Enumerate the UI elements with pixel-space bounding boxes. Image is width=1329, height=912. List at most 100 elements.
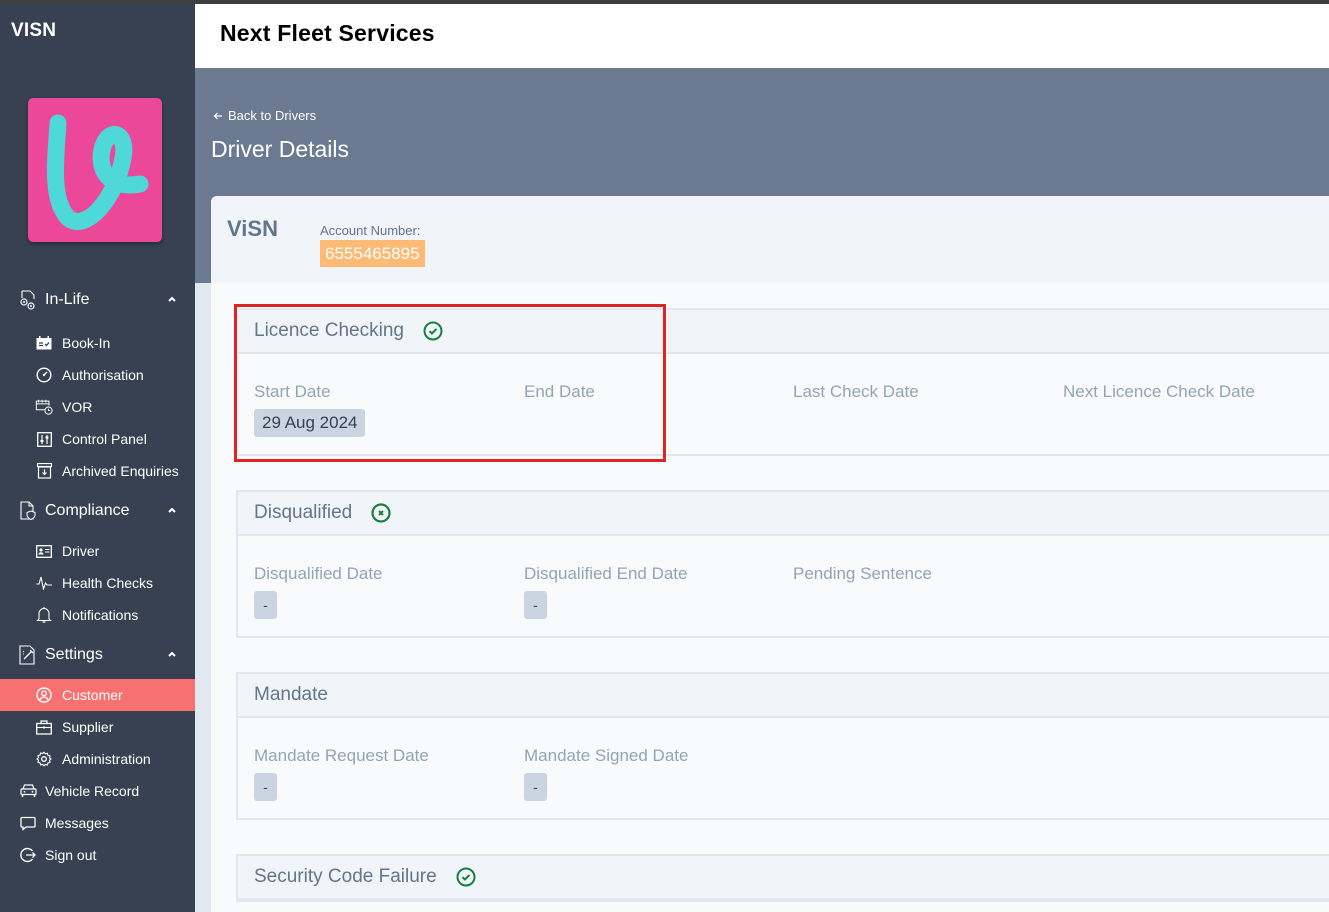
sidebar-item-supplier[interactable]: Supplier [0,711,195,743]
sidebar-item-notifications[interactable]: Notifications [0,599,195,631]
section-security-code-failure: Security Code Failure [236,854,1329,902]
back-link-label: Back to Drivers [228,108,317,123]
bell-icon [35,606,53,624]
sidebar-item-health-checks[interactable]: Health Checks [0,567,195,599]
section-header: Disqualified [238,492,1329,536]
field-value: 29 Aug 2024 [254,409,366,437]
field-disqualified-end-date: Disqualified End Date - [524,564,687,619]
chevron-up-icon[interactable] [167,505,177,515]
sidebar-item-label: Administration [62,751,151,767]
section-licence-checking: Licence Checking Start Date 29 Aug 2024 … [236,308,1329,456]
sidebar-item-label: Supplier [62,719,114,735]
section-title: Security Code Failure [254,866,437,887]
sidebar-item-label: Driver [62,543,100,559]
check-circle-icon [455,866,477,888]
sidebar-item-sign-out[interactable]: Sign out [0,839,195,871]
top-header: Next Fleet Services [195,4,1329,68]
section-header: Security Code Failure [238,856,1329,900]
sidebar-item-book-in[interactable]: Book-In [0,327,195,359]
field-label: Last Check Date [793,382,919,401]
calendar-check-icon [35,334,53,352]
sidebar-group-label: Compliance [45,502,130,519]
gauge-icon [35,366,53,384]
account-name: ViSN [227,216,278,241]
account-number-label: Account Number: [320,223,421,238]
sidebar-item-label: Authorisation [62,367,144,383]
section-header: Licence Checking [238,310,1329,354]
sidebar-item-driver[interactable]: Driver [0,535,195,567]
field-mandate-signed-date: Mandate Signed Date - [524,746,688,801]
field-label: Disqualified End Date [524,564,688,583]
field-label: Mandate Request Date [254,746,429,765]
sidebar-item-label: Notifications [62,607,139,623]
gears-document-icon [18,290,38,310]
sidebar-group-label: In-Life [45,291,90,308]
archive-icon [35,462,53,480]
field-value: - [254,773,277,801]
sidebar-item-label: Book-In [62,335,111,351]
sidebar-item-label: Sign out [45,847,97,863]
sidebar-item-authorisation[interactable]: Authorisation [0,359,195,391]
sidebar-item-label: Vehicle Record [45,783,140,799]
account-number-badge: 6555465895 [320,240,425,267]
field-start-date: Start Date 29 Aug 2024 [254,382,366,437]
sidebar-item-label: Messages [45,815,109,831]
user-circle-icon [35,686,53,704]
sidebar-item-messages[interactable]: Messages [0,807,195,839]
section-disqualified: Disqualified Disqualified Date - Disqual… [236,490,1329,638]
message-icon [19,814,37,832]
document-tools-icon [18,645,38,665]
field-value: - [524,591,547,619]
arrow-left-icon [213,112,222,119]
car-icon [19,782,37,800]
field-pending-sentence: Pending Sentence [793,564,932,584]
briefcase-icon [35,718,53,736]
section-body: Mandate Request Date - Mandate Signed Da… [238,718,1329,818]
window-top-strip [0,0,1329,4]
field-label: End Date [524,382,595,401]
sign-out-icon [19,846,37,864]
sidebar-item-label: VOR [62,399,93,415]
section-body: Start Date 29 Aug 2024 End Date Last Che… [238,354,1329,454]
sidebar-item-administration[interactable]: Administration [0,743,195,775]
sidebar-item-customer[interactable]: Customer [0,679,195,711]
sidebar-item-label: Customer [62,687,123,703]
field-next-licence-check-date: Next Licence Check Date [1063,382,1255,402]
sidebar-item-archived-enquiries[interactable]: Archived Enquiries [0,455,195,487]
section-title: Disqualified [254,502,353,523]
field-last-check-date: Last Check Date [793,382,919,402]
page-title: Driver Details [211,136,350,162]
company-title: Next Fleet Services [220,20,435,46]
v-logo-icon [46,114,149,230]
gear-icon [35,750,53,768]
sidebar: VISN In-Life Book-In Authorisation VOR C… [0,4,195,912]
pulse-icon [35,574,53,592]
account-header: ViSN Account Number: 6555465895 [211,196,1329,283]
sidebar-item-vor[interactable]: VOR [0,391,195,423]
sliders-icon [35,430,53,448]
section-title: Mandate [254,684,328,705]
sidebar-item-vehicle-record[interactable]: Vehicle Record [0,775,195,807]
field-label: Pending Sentence [793,564,932,583]
sidebar-group-settings[interactable]: Settings [0,639,195,671]
app-logo[interactable] [28,98,162,242]
sidebar-item-label: Health Checks [62,575,154,591]
calendar-clock-icon [35,398,53,416]
field-label: Start Date [254,382,331,401]
sidebar-item-label: Control Panel [62,431,147,447]
id-card-icon [35,542,53,560]
chevron-up-icon[interactable] [167,294,177,304]
sidebar-group-compliance[interactable]: Compliance [0,495,195,527]
chevron-up-icon[interactable] [167,649,177,659]
sidebar-item-control-panel[interactable]: Control Panel [0,423,195,455]
brand-name: VISN [11,20,57,41]
driver-details-card: ViSN Account Number: 6555465895 Licence … [211,196,1329,912]
field-mandate-request-date: Mandate Request Date - [254,746,429,801]
back-to-drivers-link[interactable]: Back to Drivers [213,108,316,123]
field-label: Next Licence Check Date [1063,382,1255,401]
sidebar-item-label: Archived Enquiries [62,463,179,479]
sidebar-group-in-life[interactable]: In-Life [0,284,195,316]
sidebar-group-label: Settings [45,646,103,663]
check-circle-icon [422,320,444,342]
field-disqualified-date: Disqualified Date - [254,564,383,619]
